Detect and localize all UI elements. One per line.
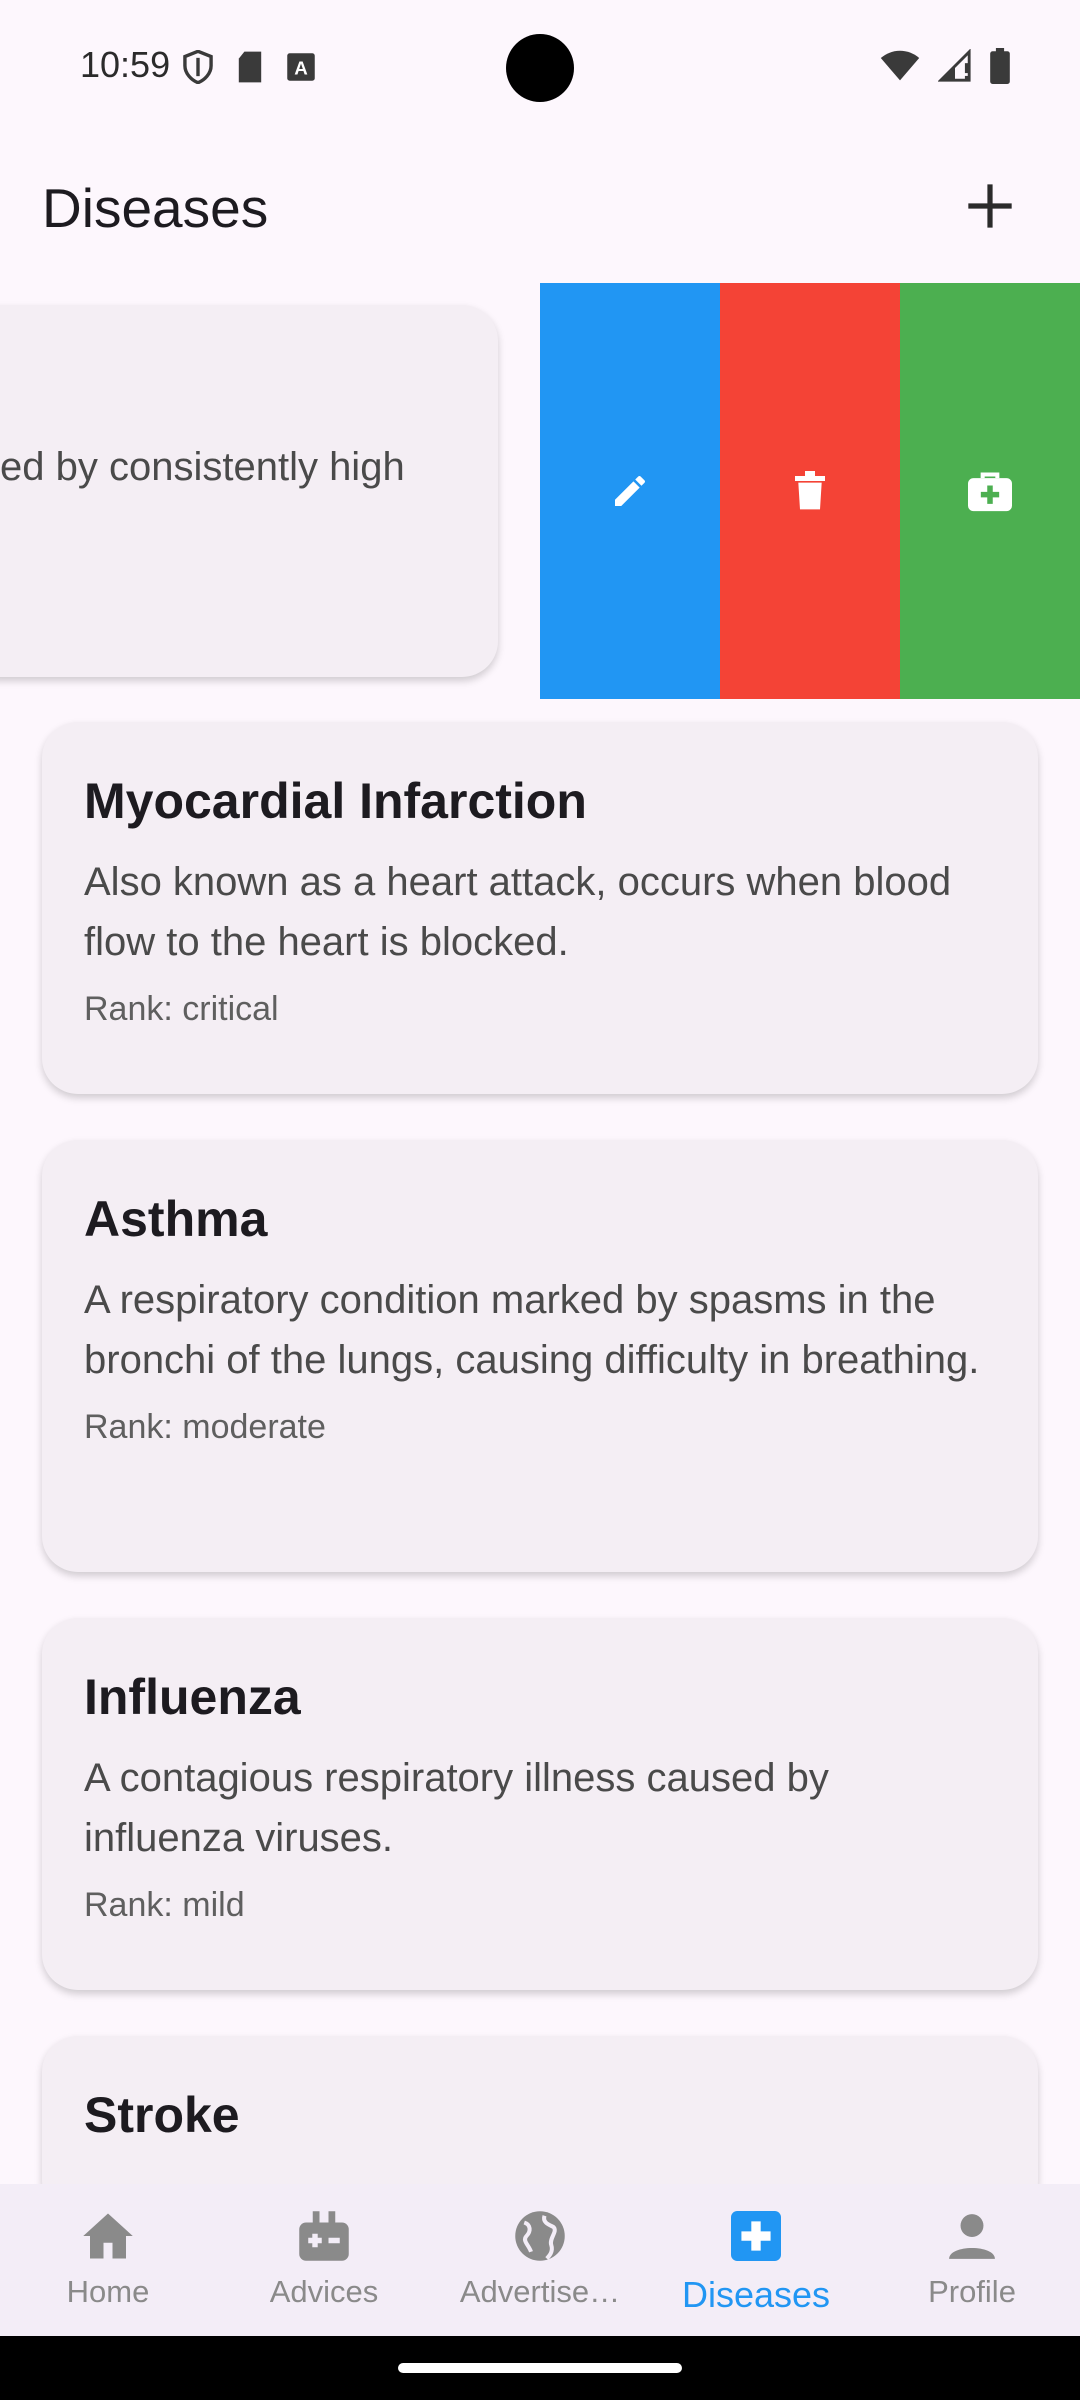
nav-label: Profile (928, 2274, 1016, 2309)
keyboard-a-icon: A (287, 53, 315, 81)
camera-cutout (506, 34, 574, 102)
nav-label: Advices (269, 2274, 379, 2309)
trash-icon (795, 471, 825, 510)
home-gesture-handle[interactable] (398, 2363, 682, 2373)
disease-description: A contagious respiratory illness caused … (84, 1756, 829, 1860)
svg-text:A: A (294, 58, 308, 79)
wifi-icon (880, 50, 920, 81)
shield-icon (183, 50, 213, 84)
nav-label: Advertise… (459, 2274, 621, 2309)
disease-title: Influenza (84, 1669, 301, 1725)
nav-label: Diseases (681, 2274, 831, 2315)
swipe-actions (540, 283, 1080, 699)
add-disease-button[interactable] (954, 170, 1026, 242)
page-title: Diseases (42, 177, 269, 239)
nav-label: Home (66, 2274, 150, 2309)
disease-rank: Rank: mild (84, 1886, 245, 1924)
person-icon (949, 2214, 995, 2259)
disease-title: Asthma (84, 1191, 268, 1247)
globe-icon (515, 2211, 565, 2261)
status-icons-left: A (182, 50, 316, 84)
disease-rank: Rank: moderate (84, 1408, 326, 1446)
disease-title: Myocardial Infarction (84, 773, 587, 829)
disease-card[interactable]: Myocardial Infarction Also known as a he… (42, 722, 1038, 1094)
nav-item-home[interactable]: Home (0, 2184, 216, 2336)
sd-card-icon (238, 51, 262, 83)
delete-button[interactable] (720, 283, 900, 699)
battery-icon (990, 48, 1010, 84)
disease-description: A respiratory condition marked by spasms… (84, 1278, 980, 1382)
nav-item-advices[interactable]: Advices (216, 2184, 432, 2336)
disease-card[interactable]: Asthma A respiratory condition marked by… (42, 1140, 1038, 1572)
medical-kit-icon (299, 2211, 349, 2261)
bottom-navigation: Home Advices Advertise… Diseases Profile (0, 2184, 1080, 2336)
nav-item-diseases[interactable]: Diseases (648, 2184, 864, 2336)
card-description: ed by consistently high (0, 445, 405, 489)
signal-icon (938, 49, 971, 82)
home-icon (83, 2213, 133, 2259)
status-icons-right (880, 48, 1010, 84)
status-time: 10:59 (80, 44, 171, 85)
disease-rank: Rank: critical (84, 990, 279, 1028)
swiped-disease-card[interactable]: ed by consistently high (0, 305, 498, 677)
medical-cross-icon (731, 2211, 781, 2261)
edit-button[interactable] (540, 283, 720, 699)
treatment-button[interactable] (900, 283, 1080, 699)
app-bar: Diseases (0, 140, 1080, 275)
nav-item-advertisements[interactable]: Advertise… (432, 2184, 648, 2336)
status-bar: 10:59 A (0, 0, 1080, 135)
plus-icon (968, 184, 1012, 228)
medical-bag-icon (968, 472, 1012, 512)
pencil-icon (615, 475, 646, 506)
nav-item-profile[interactable]: Profile (864, 2184, 1080, 2336)
disease-title: Stroke (84, 2087, 240, 2143)
disease-description: Also known as a heart attack, occurs whe… (84, 860, 952, 964)
disease-card[interactable]: Influenza A contagious respiratory illne… (42, 1618, 1038, 1990)
